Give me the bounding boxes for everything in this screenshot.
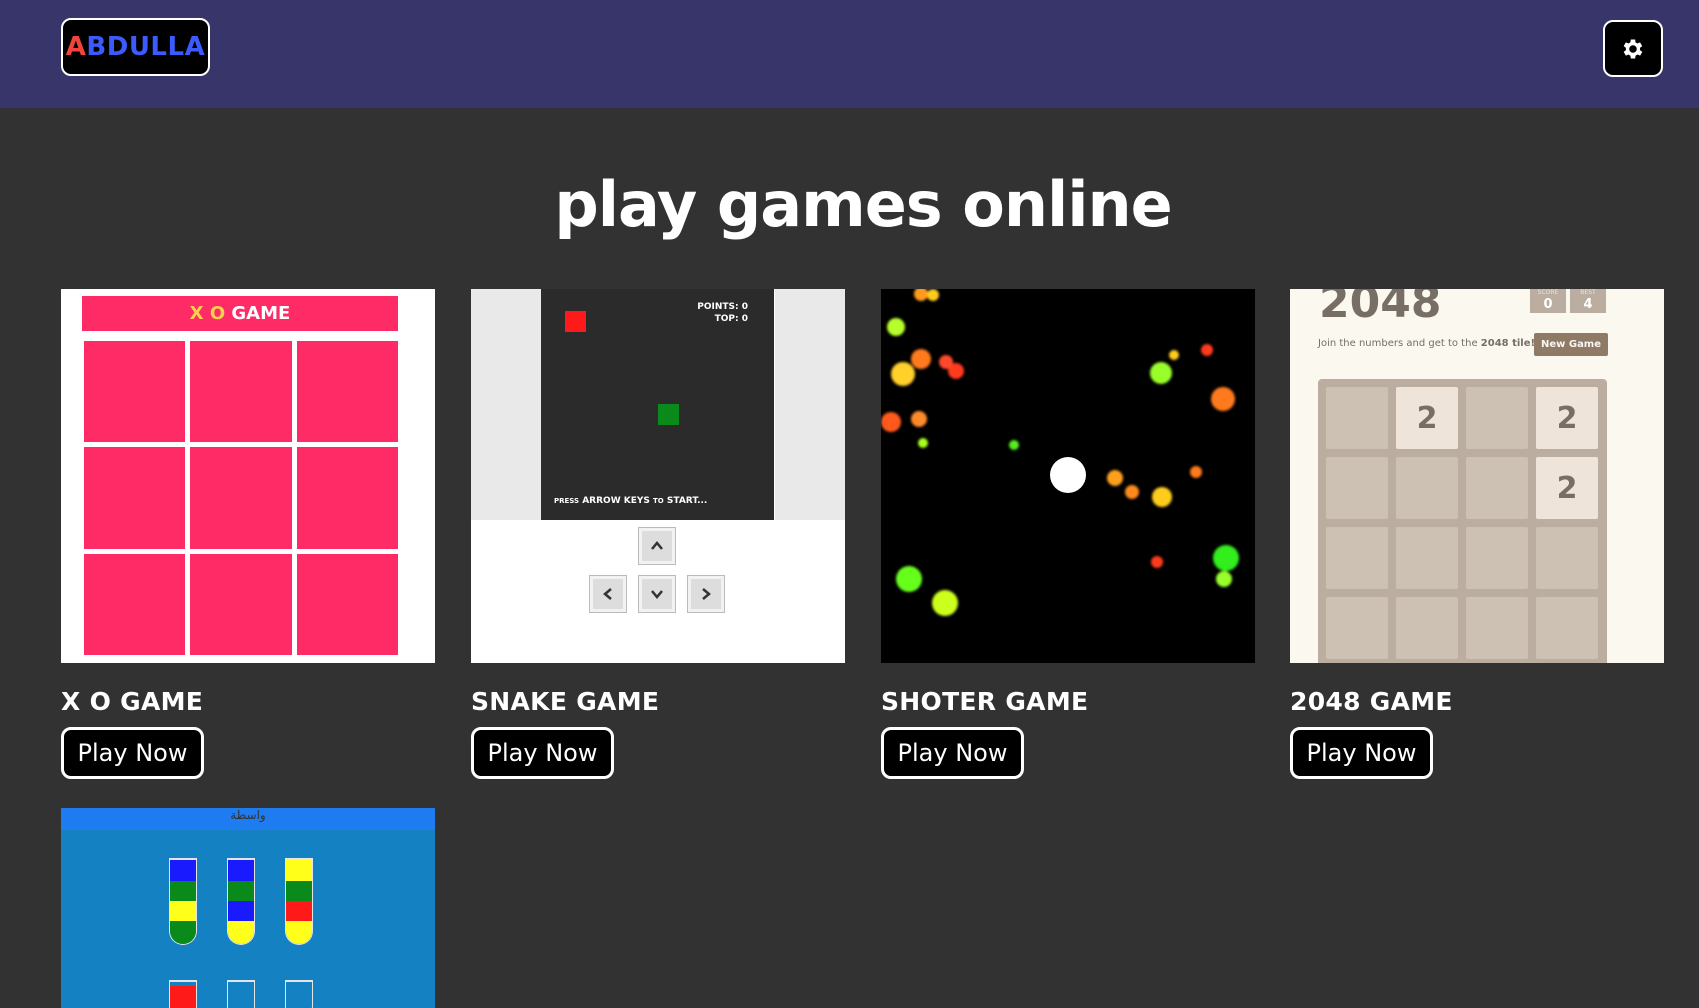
xo-thumb-word: GAME	[231, 303, 291, 324]
game-title: SHOTER GAME	[881, 687, 1089, 716]
shooter-scene	[881, 289, 1239, 616]
g2048-tile: 2	[1396, 387, 1458, 449]
xo-thumb-grid	[84, 341, 398, 655]
play-now-button[interactable]: Play Now	[1290, 727, 1433, 779]
game-title: SNAKE GAME	[471, 687, 660, 716]
tube	[169, 858, 197, 945]
snake-score: POINTS: 0 TOP: 0	[697, 301, 748, 325]
tube	[169, 980, 197, 1008]
play-now-button[interactable]: Play Now	[61, 727, 204, 779]
xo-thumb-letters: X O	[189, 303, 226, 324]
xo-cell	[84, 553, 186, 655]
arrow-right-key	[687, 575, 725, 613]
logo-first-letter: A	[65, 32, 87, 62]
water-sort-thumbnail[interactable]: واسطة	[61, 808, 435, 1008]
g2048-board: 2 2 2	[1318, 379, 1607, 663]
gear-icon	[1623, 38, 1643, 59]
g2048-score-box: SCORE 0	[1530, 289, 1566, 313]
tube	[227, 980, 255, 1008]
play-now-button[interactable]: Play Now	[881, 727, 1024, 779]
tube	[285, 980, 313, 1008]
g2048-tile: 2	[1536, 387, 1598, 449]
particles	[881, 289, 1239, 616]
logo-rest: BDULLA	[86, 32, 206, 62]
snake-thumb-right-panel	[775, 289, 845, 520]
snake-thumb-left-panel	[471, 289, 541, 520]
snake-game-thumbnail[interactable]: POINTS: 0 TOP: 0 PRESS ARROW KEYS TO STA…	[471, 289, 845, 663]
tube	[227, 858, 255, 945]
g2048-cell	[1536, 597, 1598, 659]
arrow-up-key	[638, 527, 676, 565]
game-card-shooter: SHOTER GAME Play Now	[881, 289, 1255, 779]
game-card-snake: POINTS: 0 TOP: 0 PRESS ARROW KEYS TO STA…	[471, 289, 845, 779]
xo-cell	[84, 447, 186, 549]
game-title: X O GAME	[61, 687, 204, 716]
game-card-2048: 2048 SCORE 0 BEST 4 Join the numbers and…	[1290, 289, 1664, 779]
game-title: 2048 GAME	[1290, 687, 1453, 716]
chevron-up-icon	[651, 541, 663, 550]
g2048-best-box: BEST 4	[1570, 289, 1606, 313]
xo-cell	[190, 341, 292, 443]
shooter-game-thumbnail[interactable]	[881, 289, 1255, 663]
g2048-cell	[1326, 597, 1388, 659]
snake-start-hint: PRESS ARROW KEYS TO START...	[554, 496, 708, 506]
arrow-down-key	[638, 575, 676, 613]
g2048-tile: 2	[1536, 457, 1598, 519]
g2048-cell	[1326, 387, 1388, 449]
settings-button[interactable]	[1603, 20, 1663, 77]
snake-thumb-board: POINTS: 0 TOP: 0 PRESS ARROW KEYS TO STA…	[541, 289, 774, 520]
tube	[285, 858, 313, 945]
xo-game-thumbnail[interactable]: X O GAME	[61, 289, 435, 663]
snake-top: TOP: 0	[714, 314, 748, 324]
arrow-left-key	[589, 575, 627, 613]
chevron-right-icon	[702, 588, 711, 600]
g2048-cell	[1466, 457, 1528, 519]
game-card-xo: X O GAME X O GAME Play Now	[61, 289, 435, 779]
g2048-cell	[1396, 527, 1458, 589]
chevron-left-icon	[603, 588, 612, 600]
play-now-button[interactable]: Play Now	[471, 727, 614, 779]
xo-cell	[190, 553, 292, 655]
snake-head	[658, 404, 679, 425]
snake-points: POINTS: 0	[697, 302, 748, 312]
g2048-intro: Join the numbers and get to the 2048 til…	[1318, 338, 1536, 349]
g2048-cell	[1326, 457, 1388, 519]
g2048-cell	[1466, 597, 1528, 659]
g2048-cell	[1396, 457, 1458, 519]
g2048-cell	[1536, 527, 1598, 589]
xo-thumb-header: X O GAME	[82, 296, 398, 331]
player-ball	[1050, 457, 1086, 493]
page-title: play games online	[554, 168, 1172, 241]
xo-cell	[296, 553, 398, 655]
game-2048-thumbnail[interactable]: 2048 SCORE 0 BEST 4 Join the numbers and…	[1290, 289, 1664, 663]
g2048-cell	[1466, 527, 1528, 589]
chevron-down-icon	[651, 590, 663, 599]
xo-cell	[296, 341, 398, 443]
g2048-new-game-button: New Game	[1534, 333, 1608, 356]
xo-cell	[190, 447, 292, 549]
snake-food	[565, 311, 586, 332]
xo-cell	[84, 341, 186, 443]
g2048-cell	[1466, 387, 1528, 449]
g2048-cell	[1326, 527, 1388, 589]
water-sort-title: واسطة	[61, 808, 435, 830]
g2048-title: 2048	[1319, 289, 1442, 328]
xo-cell	[296, 447, 398, 549]
game-card-water-sort: واسطة	[61, 808, 435, 1008]
top-navbar: A BDULLA	[0, 0, 1699, 108]
logo[interactable]: A BDULLA	[61, 18, 210, 76]
g2048-cell	[1396, 597, 1458, 659]
